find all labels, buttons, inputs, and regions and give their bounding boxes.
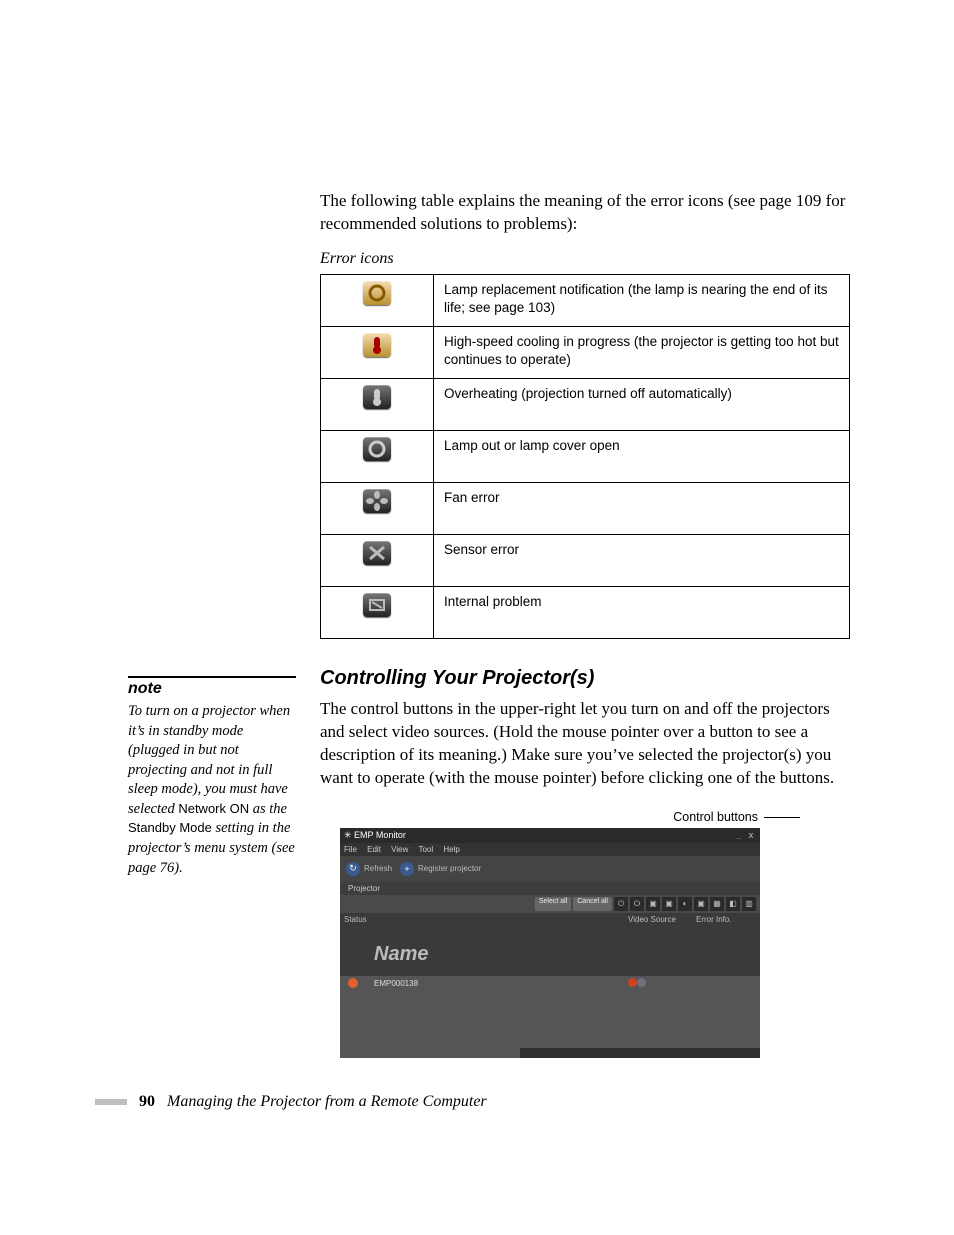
internal-error-icon <box>363 593 391 617</box>
error-desc: High-speed cooling in progress (the proj… <box>434 326 850 378</box>
section-body: The control buttons in the upper-right l… <box>320 698 850 790</box>
menu-edit[interactable]: Edit <box>367 845 381 854</box>
col-error-info: Error Info. <box>696 915 756 974</box>
note-body: To turn on a projector when it’s in stan… <box>128 702 296 878</box>
error-desc: Internal problem <box>434 586 850 638</box>
video-source-indicator <box>628 978 692 989</box>
control-source5-icon[interactable]: ▦ <box>710 897 724 911</box>
page-number: 90 <box>139 1093 155 1111</box>
control-source4-icon[interactable]: ▣ <box>694 897 708 911</box>
control-power-on-icon[interactable]: ⏻ <box>614 897 628 911</box>
col-video-source: Video Source <box>628 915 692 974</box>
error-desc: Lamp replacement notification (the lamp … <box>434 274 850 326</box>
callout-label: Control buttons <box>320 810 800 824</box>
control-source6-icon[interactable]: ◧ <box>726 897 740 911</box>
control-source3-icon[interactable]: ◐ <box>678 897 692 911</box>
error-desc: Lamp out or lamp cover open <box>434 430 850 482</box>
emp-monitor-screenshot: ✳ EMP Monitor _ x File Edit View Tool He… <box>340 828 760 1058</box>
temp-warn-icon <box>363 333 391 357</box>
fan-error-icon <box>363 489 391 513</box>
col-name: Name <box>374 943 624 966</box>
register-projector-button[interactable]: +Register projector <box>400 862 481 876</box>
projector-group-tab[interactable]: Projector <box>340 882 760 895</box>
menu-view[interactable]: View <box>391 845 408 854</box>
control-source2-icon[interactable]: ▣ <box>662 897 676 911</box>
page-footer: 90 Managing the Projector from a Remote … <box>95 1093 487 1111</box>
control-source1-icon[interactable]: ▣ <box>646 897 660 911</box>
cancel-all-button[interactable]: Cancel all <box>573 897 612 911</box>
sensor-error-icon <box>363 541 391 565</box>
projector-row[interactable]: EMP000138 <box>340 976 760 991</box>
menu-file[interactable]: File <box>344 845 357 854</box>
status-indicator-icon <box>348 978 358 988</box>
lamp-out-icon <box>363 437 391 461</box>
error-desc: Overheating (projection turned off autom… <box>434 378 850 430</box>
error-icons-table: Lamp replacement notification (the lamp … <box>320 274 850 639</box>
refresh-button[interactable]: ↻Refresh <box>346 862 392 876</box>
control-source7-icon[interactable]: ▥ <box>742 897 756 911</box>
control-power-off-icon[interactable]: ⭘ <box>630 897 644 911</box>
window-title: ✳ EMP Monitor <box>344 830 406 841</box>
table-caption: Error icons <box>320 250 850 268</box>
footer-title: Managing the Projector from a Remote Com… <box>167 1093 487 1111</box>
menu-tool[interactable]: Tool <box>418 845 433 854</box>
margin-note: note To turn on a projector when it’s in… <box>128 676 296 878</box>
note-heading: note <box>128 680 296 698</box>
window-close-icon[interactable]: x <box>746 830 756 840</box>
select-all-button[interactable]: Select all <box>535 897 571 911</box>
col-status: Status <box>344 915 370 974</box>
error-desc: Fan error <box>434 482 850 534</box>
projector-name: EMP000138 <box>374 979 624 988</box>
menu-help[interactable]: Help <box>443 845 459 854</box>
section-heading: Controlling Your Projector(s) <box>320 667 850 690</box>
horizontal-scrollbar[interactable] <box>340 1048 760 1058</box>
lamp-warn-icon <box>363 281 391 305</box>
menu-bar[interactable]: File Edit View Tool Help <box>340 843 760 856</box>
intro-paragraph: The following table explains the meaning… <box>320 190 850 236</box>
overheat-icon <box>363 385 391 409</box>
window-minimize-icon[interactable]: _ <box>733 830 743 840</box>
error-desc: Sensor error <box>434 534 850 586</box>
